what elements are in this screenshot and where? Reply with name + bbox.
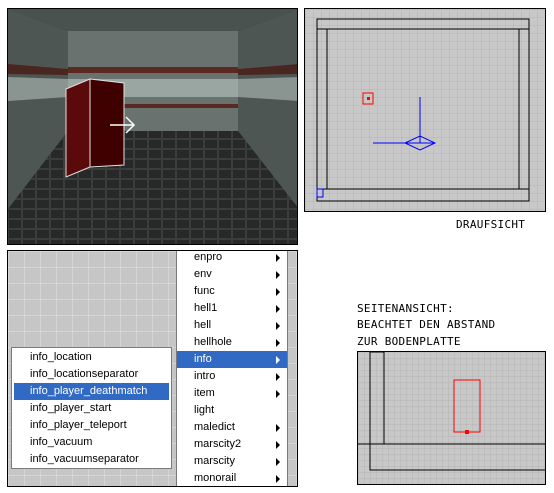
menu-item-label: marscity2 bbox=[194, 438, 242, 450]
menu-item-label: intro bbox=[194, 370, 216, 382]
menu-item-item[interactable]: item bbox=[177, 385, 287, 402]
menu-item-label: light bbox=[194, 404, 215, 416]
side-view-caption-line3: ZUR BODENPLATTE bbox=[357, 335, 461, 348]
menu-item-marscity2[interactable]: marscity2 bbox=[177, 436, 287, 453]
menu-item-label: item bbox=[194, 387, 215, 399]
entity-class-menu: enpro env func hell1 hell hellhole info … bbox=[176, 251, 288, 486]
menu-item-marscity[interactable]: marscity bbox=[177, 453, 287, 470]
submenu-arrow-icon bbox=[276, 475, 280, 483]
side-view[interactable] bbox=[357, 351, 546, 485]
info-submenu: info_location info_locationseparator inf… bbox=[11, 347, 172, 469]
submenu-item-info-player-teleport[interactable]: info_player_teleport bbox=[14, 417, 169, 434]
top-view[interactable] bbox=[304, 8, 546, 212]
top-view-caption: DRAUFSICHT bbox=[456, 218, 526, 231]
submenu-arrow-icon bbox=[276, 458, 280, 466]
side-view-caption-line1: SEITENANSICHT: bbox=[357, 302, 454, 315]
submenu-arrow-icon bbox=[276, 339, 280, 347]
submenu-arrow-icon bbox=[276, 305, 280, 313]
submenu-arrow-icon bbox=[276, 288, 280, 296]
submenu-arrow-icon bbox=[276, 424, 280, 432]
submenu-arrow-icon bbox=[276, 373, 280, 381]
menu-item-label: enpro bbox=[194, 251, 223, 263]
side-view-grid bbox=[358, 352, 545, 484]
menu-item-monorail[interactable]: monorail bbox=[177, 470, 287, 486]
menu-item-light[interactable]: light bbox=[177, 402, 287, 419]
submenu-arrow-icon bbox=[276, 356, 280, 364]
submenu-arrow-icon bbox=[276, 322, 280, 330]
menu-item-label: env bbox=[194, 268, 212, 280]
menu-item-maledict[interactable]: maledict bbox=[177, 419, 287, 436]
menu-item-label: info bbox=[194, 353, 212, 365]
top-view-grid bbox=[305, 9, 545, 211]
submenu-arrow-icon bbox=[276, 271, 280, 279]
menu-item-info[interactable]: info bbox=[177, 351, 287, 368]
menu-item-enpro[interactable]: enpro bbox=[177, 251, 287, 266]
menu-item-label: maledict bbox=[194, 421, 235, 433]
submenu-arrow-icon bbox=[276, 441, 280, 449]
menu-item-label: marscity bbox=[194, 455, 235, 467]
menu-item-env[interactable]: env bbox=[177, 266, 287, 283]
menu-item-label: hell bbox=[194, 319, 212, 331]
menu-item-func[interactable]: func bbox=[177, 283, 287, 300]
room-render bbox=[8, 9, 297, 244]
context-menu-screenshot[interactable]: enpro env func hell1 hell hellhole info … bbox=[7, 250, 298, 487]
submenu-item-info-locationseparator[interactable]: info_locationseparator bbox=[14, 366, 169, 383]
menu-item-label: hellhole bbox=[194, 336, 232, 348]
menu-item-label: hell1 bbox=[194, 302, 218, 314]
submenu-item-info-player-start[interactable]: info_player_start bbox=[14, 400, 169, 417]
menu-item-label: func bbox=[194, 285, 215, 297]
menu-item-label: monorail bbox=[194, 472, 237, 484]
submenu-arrow-icon bbox=[276, 254, 280, 262]
menu-item-hellhole[interactable]: hellhole bbox=[177, 334, 287, 351]
submenu-item-info-player-deathmatch[interactable]: info_player_deathmatch bbox=[14, 383, 169, 400]
submenu-item-info-vacuum[interactable]: info_vacuum bbox=[14, 434, 169, 451]
submenu-arrow-icon bbox=[276, 390, 280, 398]
submenu-item-info-location[interactable]: info_location bbox=[14, 349, 169, 366]
menu-item-hell1[interactable]: hell1 bbox=[177, 300, 287, 317]
side-view-caption-line2: BEACHTET DEN ABSTAND bbox=[357, 318, 496, 331]
menu-item-hell[interactable]: hell bbox=[177, 317, 287, 334]
perspective-viewport[interactable] bbox=[7, 8, 298, 245]
menu-item-intro[interactable]: intro bbox=[177, 368, 287, 385]
submenu-item-info-vacuumseparator[interactable]: info_vacuumseparator bbox=[14, 451, 169, 468]
